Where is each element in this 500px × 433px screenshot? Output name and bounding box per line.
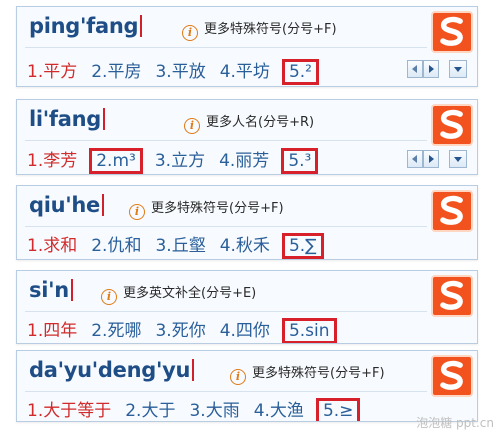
candidate-2[interactable]: 2.m³: [89, 148, 143, 174]
candidate-2[interactable]: 2.仇和: [89, 230, 143, 257]
composition-row: da'yu'deng'yu i 更多特殊符号(分号+F): [17, 351, 477, 391]
candidate-row: 1.四年 2.死哪 3.死你 4.四你 5.sin: [17, 312, 477, 343]
more-english-hint[interactable]: i 更多英文补全(分号+E): [101, 282, 256, 305]
candidate-4[interactable]: 4.四你: [218, 315, 272, 342]
candidate-1[interactable]: 1.李芳: [25, 145, 79, 172]
more-symbols-hint[interactable]: i 更多特殊符号(分号+F): [182, 18, 337, 41]
candidate-3[interactable]: 3.死你: [153, 315, 207, 342]
menu-button[interactable]: [449, 59, 467, 78]
ime-panel-2: li'fang i 更多人名(分号+R) 1.李芳 2.m³ 3.立方 4.丽芳 5.³: [16, 99, 478, 175]
candidate-1[interactable]: 1.四年: [25, 315, 79, 342]
next-page-button[interactable]: [423, 59, 439, 78]
ime-panel-3: qiu'he i 更多特殊符号(分号+F) 1.求和 2.仇和 3.丘壑 4.秋禾 5.∑: [16, 185, 478, 260]
ime-panel-5: da'yu'deng'yu i 更多特殊符号(分号+F) 1.大于等于 2.大于 3.…: [16, 350, 478, 422]
pinyin-input[interactable]: da'yu'deng'yu: [29, 358, 195, 382]
watermark: 泡泡糖 ppt.cn: [416, 416, 494, 430]
chevron-down-icon: [454, 66, 462, 72]
candidate-4[interactable]: 4.平坊: [218, 56, 272, 83]
candidate-row: 1.李芳 2.m³ 3.立方 4.丽芳 5.³: [17, 141, 477, 174]
pinyin-input[interactable]: qiu'he: [29, 193, 105, 217]
arrow-right-icon: [429, 154, 434, 163]
text-caret: [140, 15, 143, 37]
candidate-5[interactable]: 5.sin: [281, 318, 337, 343]
composition-row: si'n i 更多英文补全(分号+E): [17, 271, 477, 311]
text-caret: [102, 194, 105, 216]
info-icon: i: [182, 25, 198, 41]
candidate-3[interactable]: 3.大雨: [187, 395, 241, 421]
candidate-2[interactable]: 2.平房: [89, 56, 143, 83]
candidate-4[interactable]: 4.丽芳: [217, 145, 271, 172]
info-icon: i: [230, 369, 246, 385]
candidate-1[interactable]: 1.平方: [25, 56, 79, 83]
pinyin-input[interactable]: li'fang: [29, 107, 106, 131]
sogou-s-logo-icon[interactable]: [431, 104, 473, 146]
sogou-s-logo-icon[interactable]: [431, 190, 473, 232]
page-controls: [407, 58, 467, 78]
composition-row: ping'fang i 更多特殊符号(分号+F): [17, 7, 477, 47]
candidate-3[interactable]: 3.平放: [153, 56, 207, 83]
ime-panel-1: ping'fang i 更多特殊符号(分号+F) 1.平方 2.平房 3.平放 4.平坊…: [16, 6, 478, 87]
text-caret: [70, 279, 73, 301]
candidate-1[interactable]: 1.大于等于: [25, 395, 113, 421]
composition-row: qiu'he i 更多特殊符号(分号+F): [17, 186, 477, 226]
sogou-s-logo-icon[interactable]: [431, 355, 473, 397]
info-icon: i: [129, 204, 145, 220]
candidate-row: 1.大于等于 2.大于 3.大雨 4.大渔 5.≥: [17, 392, 477, 421]
text-caret: [192, 359, 195, 381]
sogou-s-logo-icon[interactable]: [431, 275, 473, 317]
ime-panel-4: si'n i 更多英文补全(分号+E) 1.四年 2.死哪 3.死你 4.四你 5.sin: [16, 270, 478, 344]
more-symbols-hint[interactable]: i 更多特殊符号(分号+F): [230, 362, 385, 385]
candidate-2[interactable]: 2.大于: [123, 395, 177, 421]
prev-page-button[interactable]: [407, 59, 423, 78]
prev-page-button[interactable]: [407, 149, 423, 168]
page-controls: [407, 148, 467, 168]
pinyin-input[interactable]: ping'fang: [29, 14, 143, 38]
info-icon: i: [184, 118, 200, 134]
composition-row: li'fang i 更多人名(分号+R): [17, 100, 477, 140]
candidate-2[interactable]: 2.死哪: [89, 315, 143, 342]
menu-button[interactable]: [449, 149, 467, 168]
candidate-5[interactable]: 5.≥: [315, 398, 361, 421]
candidate-row: 1.求和 2.仇和 3.丘壑 4.秋禾 5.∑: [17, 227, 477, 259]
candidate-5[interactable]: 5.³: [281, 148, 319, 174]
candidate-3[interactable]: 3.丘壑: [153, 230, 207, 257]
more-names-hint[interactable]: i 更多人名(分号+R): [184, 111, 314, 134]
info-icon: i: [101, 289, 117, 305]
arrow-right-icon: [429, 64, 434, 73]
candidate-1[interactable]: 1.求和: [25, 230, 79, 257]
sogou-s-logo-icon[interactable]: [431, 11, 473, 53]
more-symbols-hint[interactable]: i 更多特殊符号(分号+F): [129, 197, 284, 220]
candidate-4[interactable]: 4.大渔: [252, 395, 306, 421]
candidate-4[interactable]: 4.秋禾: [218, 230, 272, 257]
arrow-left-icon: [412, 154, 417, 163]
candidate-5[interactable]: 5.²: [281, 59, 319, 85]
text-caret: [103, 108, 106, 130]
pinyin-input[interactable]: si'n: [29, 278, 73, 302]
next-page-button[interactable]: [423, 149, 439, 168]
arrow-left-icon: [412, 64, 417, 73]
candidate-5[interactable]: 5.∑: [281, 233, 324, 259]
candidate-row: 1.平方 2.平房 3.平放 4.平坊 5.²: [17, 48, 477, 86]
chevron-down-icon: [454, 156, 462, 162]
candidate-3[interactable]: 3.立方: [153, 145, 207, 172]
